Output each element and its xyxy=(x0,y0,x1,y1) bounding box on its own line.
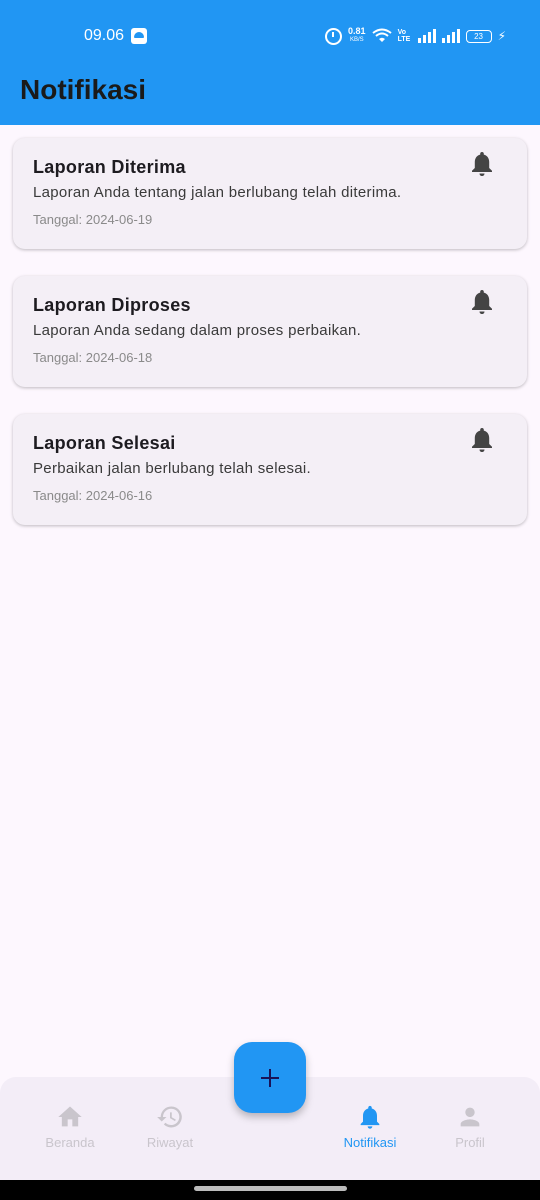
notification-card[interactable]: Laporan Diterima Laporan Anda tentang ja… xyxy=(13,138,527,249)
notification-message: Laporan Anda tentang jalan berlubang tel… xyxy=(33,184,402,201)
signal-icon-2 xyxy=(441,29,460,43)
notification-card[interactable]: Laporan Diproses Laporan Anda sedang dal… xyxy=(13,276,527,387)
plus-icon xyxy=(261,1068,279,1087)
nav-label: Beranda xyxy=(45,1135,95,1150)
notification-date: Tanggal: 2024-06-16 xyxy=(33,488,153,503)
notification-date: Tanggal: 2024-06-19 xyxy=(33,212,153,227)
network-speed: 0.81 KB/S xyxy=(348,27,366,45)
notification-title: Laporan Diterima xyxy=(33,157,186,177)
notification-card[interactable]: Laporan Selesai Perbaikan jalan berluban… xyxy=(13,414,527,525)
system-gesture-bar xyxy=(0,1180,540,1200)
nav-item-beranda[interactable]: Beranda xyxy=(20,1103,120,1150)
nav-label: Profil xyxy=(455,1135,485,1150)
alarm-icon xyxy=(325,27,343,45)
bell-icon xyxy=(360,1105,380,1129)
nav-label: Riwayat xyxy=(146,1135,194,1150)
nav-item-riwayat[interactable]: Riwayat xyxy=(120,1103,220,1150)
home-icon xyxy=(58,1106,82,1127)
home-gesture-handle[interactable] xyxy=(194,1186,347,1191)
bell-icon xyxy=(472,152,492,176)
battery-icon: 23 xyxy=(465,29,492,43)
notification-message: Perbaikan jalan berlubang telah selesai. xyxy=(33,460,312,477)
notification-list: Laporan Diterima Laporan Anda tentang ja… xyxy=(13,138,527,552)
app-notification-icon xyxy=(131,28,147,44)
status-icons: 0.81 KB/S Vo LTE 23 ⚡ xyxy=(325,26,506,46)
network-speed-unit: KB/S xyxy=(349,37,364,43)
person-icon xyxy=(460,1107,480,1127)
app-bar: Notifikasi xyxy=(0,62,540,125)
status-bar: 09.06 0.81 KB/S Vo LTE 23 ⚡ xyxy=(0,0,540,62)
status-time: 09.06 xyxy=(84,27,125,44)
notification-message: Laporan Anda sedang dalam proses perbaik… xyxy=(33,322,362,339)
signal-icon-1 xyxy=(417,29,436,43)
notification-date: Tanggal: 2024-06-18 xyxy=(33,350,153,365)
page-title: Notifikasi xyxy=(20,74,147,105)
nav-item-profil[interactable]: Profil xyxy=(420,1103,520,1150)
notification-title: Laporan Selesai xyxy=(33,433,176,453)
add-report-button[interactable] xyxy=(234,1042,306,1113)
volte-icon: Vo LTE xyxy=(397,29,411,43)
charging-icon: ⚡ xyxy=(497,29,506,43)
network-speed-value: 0.81 xyxy=(348,26,366,36)
bell-icon xyxy=(472,428,492,452)
history-icon xyxy=(157,1106,182,1128)
nav-label: Notifikasi xyxy=(343,1135,397,1150)
wifi-icon xyxy=(371,28,392,42)
bell-icon xyxy=(472,290,492,314)
notification-title: Laporan Diproses xyxy=(33,295,191,315)
nav-item-notifikasi[interactable]: Notifikasi xyxy=(320,1103,420,1150)
